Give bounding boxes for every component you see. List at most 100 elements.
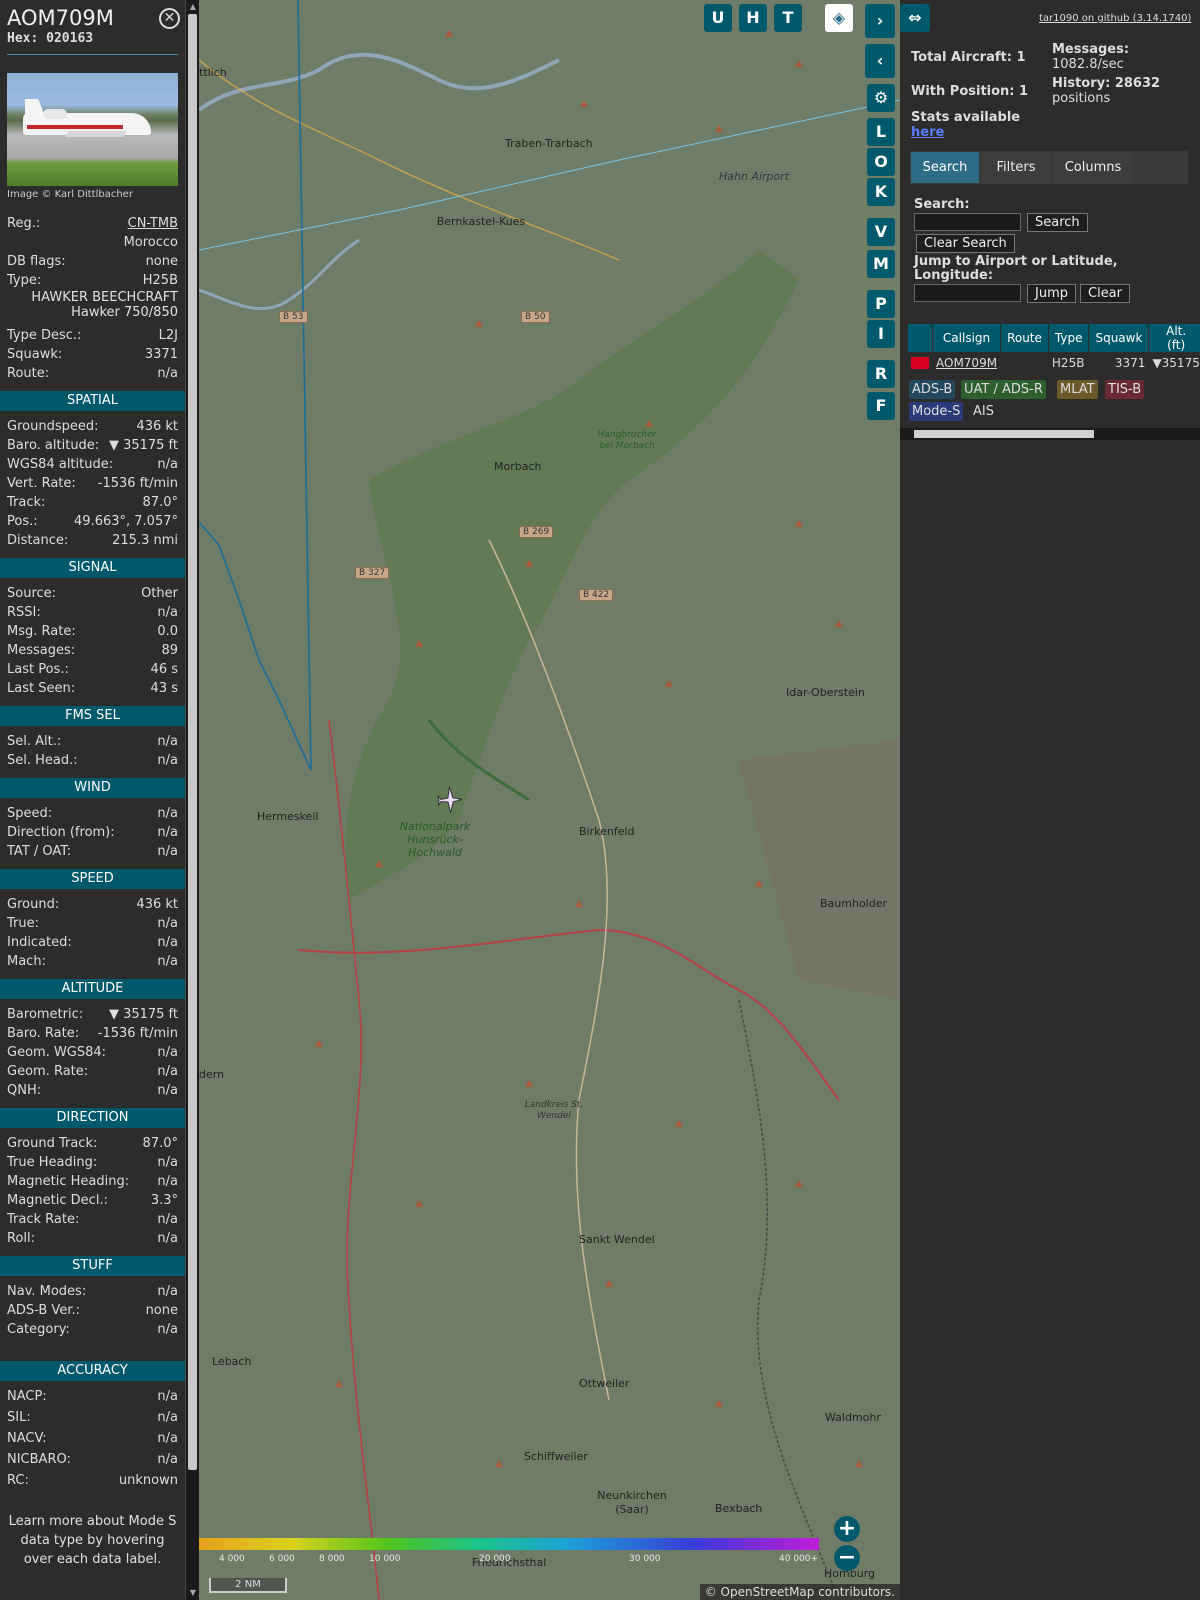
field-label[interactable]: Ground Track: xyxy=(7,1134,97,1153)
aircraft-plane-icon[interactable] xyxy=(435,785,465,815)
field-label[interactable]: Last Seen: xyxy=(7,679,75,698)
fms-row: Sel. Head.: n/a xyxy=(0,751,185,770)
field-label[interactable]: Track Rate: xyxy=(7,1210,79,1229)
zoom-in-icon[interactable]: + xyxy=(834,1516,860,1542)
field-label[interactable]: NACP: xyxy=(7,1387,47,1408)
expand-right-icon[interactable]: › xyxy=(865,4,895,38)
registration-link[interactable]: CN-TMB xyxy=(128,216,178,231)
field-value: Other xyxy=(141,586,178,601)
sidebar-scrollbar[interactable]: ▲ ▼ xyxy=(185,0,199,1600)
column-squawk[interactable]: Squawk xyxy=(1089,324,1149,352)
field-label[interactable]: Geom. Rate: xyxy=(7,1062,88,1081)
field-label[interactable]: Last Pos.: xyxy=(7,660,69,679)
field-label[interactable]: Baro. Rate: xyxy=(7,1024,79,1043)
field-label[interactable]: Groundspeed: xyxy=(7,417,98,436)
chip-uat[interactable]: UAT / ADS-R xyxy=(961,380,1046,399)
field-label[interactable]: Track: xyxy=(7,493,45,512)
tab-search[interactable]: Search xyxy=(911,152,979,183)
field-label[interactable]: Pos.: xyxy=(7,512,38,531)
field-value: -1536 ft/min xyxy=(97,476,178,491)
map-button-r[interactable]: R xyxy=(867,360,895,388)
table-row[interactable]: AOM709M H25B 3371 ▼35175 xyxy=(908,353,1200,373)
field-label[interactable]: Sel. Head.: xyxy=(7,751,78,770)
field-label[interactable]: NACV: xyxy=(7,1429,47,1450)
field-label[interactable]: RC: xyxy=(7,1471,29,1492)
map-button-u[interactable]: U xyxy=(704,4,732,32)
map-button-v[interactable]: V xyxy=(867,218,895,246)
search-input[interactable] xyxy=(914,213,1021,231)
field-label[interactable]: Magnetic Decl.: xyxy=(7,1191,108,1210)
chip-ais[interactable]: AIS xyxy=(970,402,997,421)
table-horizontal-scrollbar[interactable] xyxy=(900,428,1200,440)
map-view[interactable]: U H T ◈ › ‹ ⚙ L O K V M P I R F ttlich T… xyxy=(199,0,900,1600)
tab-filters[interactable]: Filters xyxy=(982,152,1050,183)
field-label[interactable]: Ground: xyxy=(7,895,59,914)
chip-modes[interactable]: Mode-S xyxy=(909,402,964,421)
map-attribution[interactable]: © OpenStreetMap contributors. xyxy=(699,1584,900,1600)
field-label[interactable]: Indicated: xyxy=(7,933,72,952)
photo-credit: Image © Karl Dittlbacher xyxy=(7,189,133,200)
map-button-l[interactable]: L xyxy=(867,118,895,146)
map-button-k[interactable]: K xyxy=(867,178,895,206)
field-label[interactable]: QNH: xyxy=(7,1081,41,1100)
collapse-left-icon[interactable]: ‹ xyxy=(865,44,895,78)
field-label[interactable]: Speed: xyxy=(7,804,52,823)
chip-adsb[interactable]: ADS-B xyxy=(909,380,956,399)
field-label[interactable]: Vert. Rate: xyxy=(7,474,76,493)
field-label[interactable]: ADS-B Ver.: xyxy=(7,1301,80,1320)
field-label[interactable]: Category: xyxy=(7,1320,70,1339)
field-label[interactable]: Geom. WGS84: xyxy=(7,1043,106,1062)
field-label[interactable]: Distance: xyxy=(7,531,68,550)
field-label[interactable]: Barometric: xyxy=(7,1005,83,1024)
field-label[interactable]: NICBARO: xyxy=(7,1450,71,1471)
jump-input[interactable] xyxy=(914,284,1021,302)
clear-search-button[interactable]: Clear Search xyxy=(916,234,1015,253)
clear-button[interactable]: Clear xyxy=(1080,284,1130,303)
messages-stat: Messages: 1082.8/sec xyxy=(1052,42,1130,72)
field-label[interactable]: Msg. Rate: xyxy=(7,622,76,641)
stats-here-link[interactable]: here xyxy=(911,125,944,140)
field-value: unknown xyxy=(118,1473,178,1488)
place-label: Waldmohr xyxy=(825,1411,881,1424)
aircraft-photo[interactable] xyxy=(7,73,178,186)
field-label[interactable]: Direction (from): xyxy=(7,823,115,842)
field-label[interactable]: Magnetic Heading: xyxy=(7,1172,129,1191)
map-button-h[interactable]: H xyxy=(739,4,767,32)
github-link[interactable]: tar1090 on github (3.14.1740) xyxy=(1039,13,1191,24)
field-label[interactable]: Nav. Modes: xyxy=(7,1282,86,1301)
jump-button[interactable]: Jump xyxy=(1027,284,1076,303)
field-label[interactable]: SIL: xyxy=(7,1408,31,1429)
field-label[interactable]: Sel. Alt.: xyxy=(7,732,61,751)
toggle-panel-icon[interactable]: ⇔ xyxy=(900,4,930,32)
field-label[interactable]: TAT / OAT: xyxy=(7,842,71,861)
map-button-m[interactable]: M xyxy=(867,250,895,278)
zoom-out-icon[interactable]: − xyxy=(834,1545,860,1571)
layers-icon[interactable]: ◈ xyxy=(825,4,853,32)
column-altitude[interactable]: Alt. (ft) xyxy=(1149,324,1200,352)
map-button-t[interactable]: T xyxy=(774,4,802,32)
field-label[interactable]: RSSI: xyxy=(7,603,41,622)
field-label[interactable]: Baro. altitude: xyxy=(7,436,99,455)
field-label[interactable]: True Heading: xyxy=(7,1153,97,1172)
field-label[interactable]: WGS84 altitude: xyxy=(7,455,113,474)
field-label[interactable]: Roll: xyxy=(7,1229,35,1248)
map-button-i[interactable]: I xyxy=(867,320,895,348)
chip-tisb[interactable]: TIS-B xyxy=(1105,380,1145,399)
stuff-row: Category: n/a xyxy=(0,1320,185,1339)
field-label[interactable]: Source: xyxy=(7,584,56,603)
field-label[interactable]: Messages: xyxy=(7,641,75,660)
field-label[interactable]: Mach: xyxy=(7,952,46,971)
map-button-o[interactable]: O xyxy=(867,148,895,176)
row-callsign[interactable]: AOM709M xyxy=(933,353,1000,373)
column-type[interactable]: Type xyxy=(1048,324,1089,352)
column-callsign[interactable]: Callsign xyxy=(933,324,1001,352)
search-button[interactable]: Search xyxy=(1027,213,1088,232)
tab-columns[interactable]: Columns xyxy=(1053,152,1133,183)
chip-mlat[interactable]: MLAT xyxy=(1057,380,1098,399)
map-button-p[interactable]: P xyxy=(867,290,895,318)
column-route[interactable]: Route xyxy=(1001,324,1048,352)
settings-gear-icon[interactable]: ⚙ xyxy=(867,84,895,112)
close-icon[interactable]: ✕ xyxy=(159,8,180,29)
map-button-f[interactable]: F xyxy=(867,392,895,420)
field-label[interactable]: True: xyxy=(7,914,39,933)
